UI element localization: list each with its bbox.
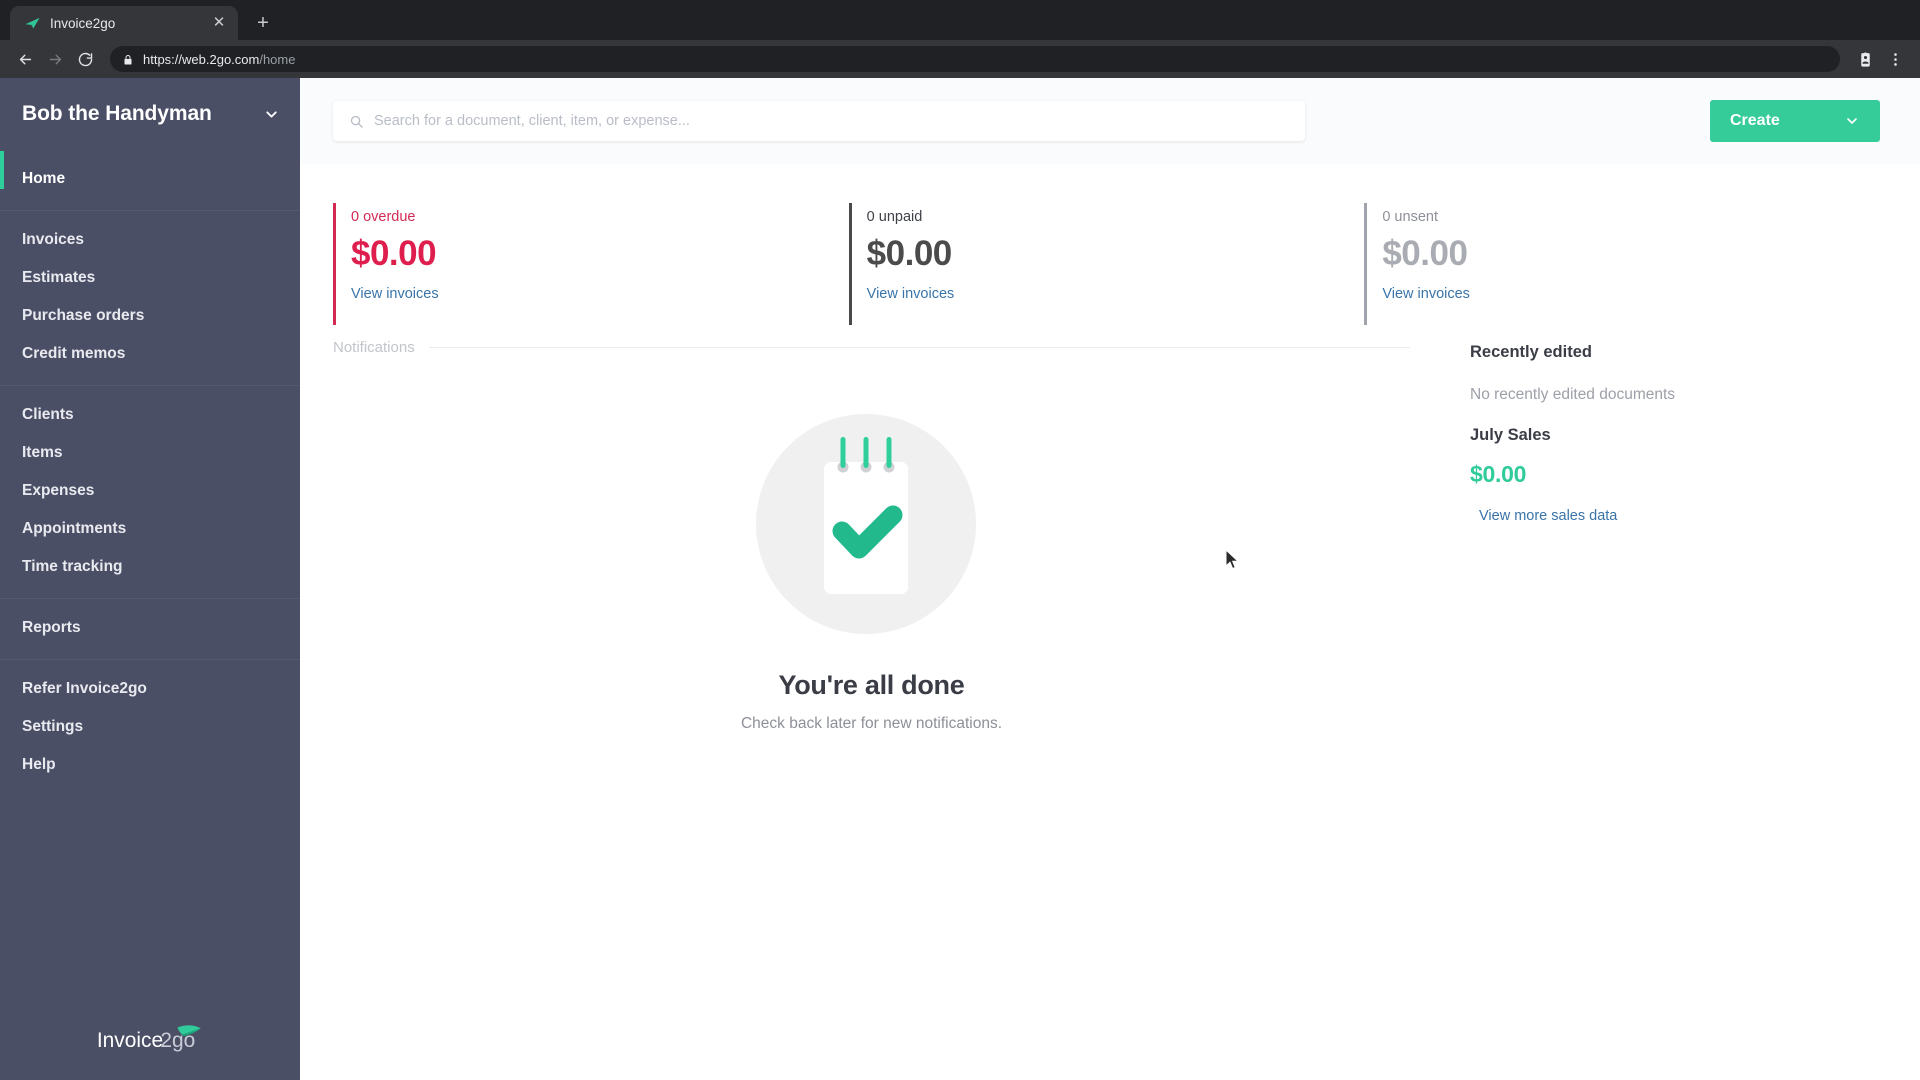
summary-cards: 0 overdue $0.00 View invoices 0 unpaid $…: [333, 164, 1880, 325]
url-origin: https://web.2go.com: [143, 51, 260, 67]
sidebar-item-label: Reports: [22, 619, 81, 636]
sidebar-item-expenses[interactable]: Expenses: [0, 472, 300, 510]
chevron-down-icon: [263, 106, 280, 123]
sidebar-item-reports[interactable]: Reports: [0, 609, 300, 647]
divider: [428, 346, 1410, 348]
sidebar: Bob the Handyman Home Invoices Estimates: [0, 78, 300, 1080]
sidebar-group-account: Refer Invoice2go Settings Help: [0, 660, 300, 796]
summary-card-unpaid: 0 unpaid $0.00 View invoices: [848, 203, 1365, 325]
summary-card-value: $0.00: [1382, 234, 1468, 273]
summary-card-label: 0 overdue: [351, 209, 416, 225]
address-bar[interactable]: https://web.2go.com/home: [110, 46, 1840, 72]
notepad-check-icon: [738, 404, 1006, 654]
sidebar-item-label: Invoices: [22, 231, 85, 248]
close-icon[interactable]: ✕: [210, 14, 228, 32]
sidebar-item-label: Credit memos: [22, 345, 126, 362]
create-button-label: Create: [1730, 112, 1780, 129]
address-bar-url: https://web.2go.com/home: [143, 52, 295, 67]
recently-edited-empty: No recently edited documents: [1470, 385, 1676, 403]
browser-tab-strip: Invoice2go ✕ +: [0, 0, 1920, 40]
browser-window: Invoice2go ✕ + https://web.2go.com/home …: [0, 0, 1920, 1080]
sidebar-item-label: Appointments: [22, 520, 127, 537]
summary-card-label: 0 unsent: [1382, 209, 1438, 225]
sidebar-group-documents: Invoices Estimates Purchase orders Credi…: [0, 211, 300, 386]
sidebar-item-items[interactable]: Items: [0, 434, 300, 472]
sales-amount: $0.00: [1470, 460, 1527, 487]
toolbar-right-icons: [1852, 46, 1908, 72]
top-bar-actions: Create: [1710, 100, 1880, 142]
search-input[interactable]: [374, 113, 1289, 129]
sidebar-item-label: Expenses: [22, 482, 95, 499]
sidebar-item-label: Time tracking: [22, 558, 123, 575]
svg-text:Invoice: Invoice: [97, 1029, 163, 1052]
sidebar-item-label: Refer Invoice2go: [22, 680, 147, 697]
app-root: Bob the Handyman Home Invoices Estimates: [0, 78, 1920, 1080]
sales-title: July Sales: [1470, 425, 1551, 444]
browser-tab-title: Invoice2go: [50, 15, 116, 31]
sidebar-item-label: Estimates: [22, 269, 96, 286]
company-switcher[interactable]: Bob the Handyman: [0, 78, 300, 150]
sidebar-item-label: Clients: [22, 406, 74, 423]
browser-toolbar: https://web.2go.com/home: [0, 40, 1920, 78]
sidebar-item-appointments[interactable]: Appointments: [0, 510, 300, 548]
summary-card-overdue: 0 overdue $0.00 View invoices: [333, 203, 849, 325]
notifications-header: Notifications: [333, 325, 1410, 356]
arrow-right-icon[interactable]: [42, 46, 68, 72]
dashboard: 0 overdue $0.00 View invoices 0 unpaid $…: [300, 164, 1920, 1080]
plus-icon[interactable]: +: [248, 8, 278, 38]
svg-text:2go: 2go: [160, 1029, 195, 1052]
sidebar-item-label: Items: [22, 444, 63, 461]
lock-icon: [122, 53, 134, 65]
main-content: Create 0 overdue $0.00 Vie: [300, 78, 1920, 1080]
sidebar-item-credit-memos[interactable]: Credit memos: [0, 335, 300, 373]
view-more-sales-data-link[interactable]: View more sales data: [1479, 508, 1617, 524]
notifications-empty-state: You're all done Check back later for new…: [333, 356, 1410, 733]
arrow-left-icon[interactable]: [12, 46, 38, 72]
sidebar-item-label: Purchase orders: [22, 307, 145, 324]
search-box[interactable]: [333, 101, 1305, 141]
dashboard-body: Notifications You're all done Check back…: [300, 325, 1920, 1080]
reload-icon[interactable]: [72, 46, 98, 72]
chevron-down-icon: [1844, 113, 1860, 129]
sidebar-group-reports: Reports: [0, 599, 300, 660]
url-path: /home: [259, 51, 296, 67]
sidebar-item-home[interactable]: Home: [0, 151, 300, 198]
sidebar-item-time-tracking[interactable]: Time tracking: [0, 548, 300, 586]
view-invoices-link[interactable]: View invoices: [351, 286, 439, 302]
sidebar-item-label: Home: [22, 170, 66, 187]
sidebar-item-settings[interactable]: Settings: [0, 708, 300, 746]
recently-edited-panel: Recently edited No recently edited docum…: [1440, 325, 1880, 1080]
recently-edited-title: Recently edited: [1470, 342, 1592, 361]
summary-card-label: 0 unpaid: [866, 209, 923, 225]
sidebar-item-purchase-orders[interactable]: Purchase orders: [0, 297, 300, 335]
view-invoices-link[interactable]: View invoices: [867, 286, 955, 302]
search-icon: [349, 114, 364, 129]
paper-plane-icon: [24, 15, 41, 32]
summary-card-value: $0.00: [351, 234, 437, 273]
sidebar-item-label: Help: [22, 756, 56, 773]
top-bar: Create: [300, 78, 1920, 164]
notifications-panel: Notifications You're all done Check back…: [333, 325, 1440, 1080]
notifications-label: Notifications: [333, 338, 415, 356]
company-name: Bob the Handyman: [22, 102, 212, 125]
sidebar-item-label: Settings: [22, 718, 84, 735]
sidebar-group-main: Home: [0, 150, 300, 211]
sidebar-group-records: Clients Items Expenses Appointments Time…: [0, 386, 300, 599]
empty-state-subtitle: Check back later for new notifications.: [740, 714, 1003, 732]
empty-state-title: You're all done: [778, 669, 965, 700]
sidebar-item-clients[interactable]: Clients: [0, 396, 300, 434]
sidebar-item-invoices[interactable]: Invoices: [0, 221, 300, 259]
sidebar-item-help[interactable]: Help: [0, 746, 300, 784]
profile-card-icon[interactable]: [1852, 46, 1878, 72]
sidebar-item-estimates[interactable]: Estimates: [0, 259, 300, 297]
view-invoices-link[interactable]: View invoices: [1382, 286, 1470, 302]
invoice2go-logo: Invoice 2go: [0, 1023, 300, 1080]
sidebar-item-refer[interactable]: Refer Invoice2go: [0, 670, 300, 708]
three-dots-vertical-icon[interactable]: [1882, 46, 1908, 72]
browser-tab[interactable]: Invoice2go ✕: [10, 6, 238, 40]
create-button[interactable]: Create: [1710, 100, 1880, 142]
summary-card-unsent: 0 unsent $0.00 View invoices: [1364, 203, 1880, 325]
summary-card-value: $0.00: [866, 234, 953, 273]
